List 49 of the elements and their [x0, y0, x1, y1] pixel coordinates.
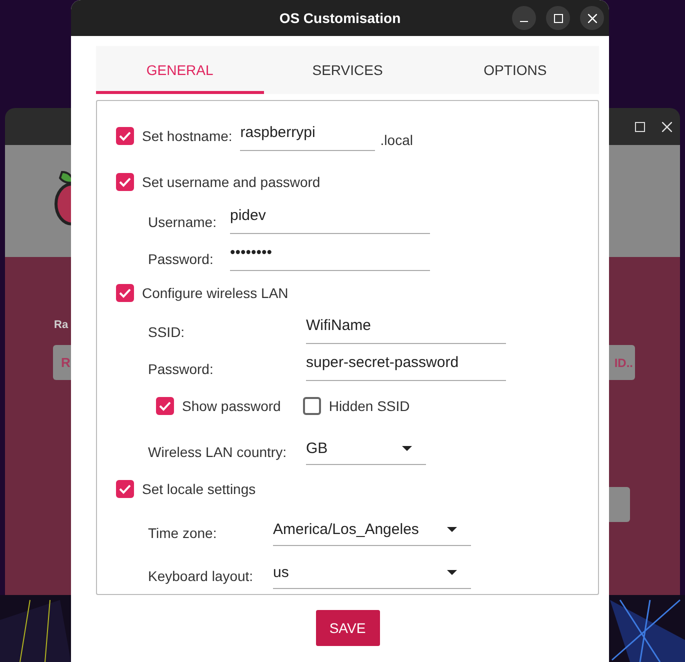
- checkbox-label: Show password: [182, 398, 281, 414]
- checkbox[interactable]: [156, 396, 174, 415]
- input-field[interactable]: super-secret-password: [306, 351, 506, 382]
- field-label: Wireless LAN country:: [148, 442, 288, 460]
- label-text: Ra: [54, 319, 68, 331]
- field-label: Keyboard layout:: [148, 566, 254, 584]
- field-label: Password:: [148, 250, 214, 268]
- save-button[interactable]: SAVE: [316, 610, 380, 646]
- tab[interactable]: GENERAL: [96, 46, 264, 94]
- dropdown[interactable]: America/Los_Angeles: [273, 514, 471, 546]
- caret-icon: [447, 526, 457, 532]
- dropdown[interactable]: GB: [306, 432, 426, 465]
- caret-icon: [447, 570, 457, 575]
- checkmark-icon: [119, 176, 131, 187]
- input-field[interactable]: ••••••••: [230, 241, 430, 272]
- tab[interactable]: OPTIONS: [431, 46, 600, 94]
- minimize-icon: [520, 21, 528, 22]
- suffix-text: .local: [380, 131, 413, 148]
- checkbox[interactable]: [116, 480, 134, 498]
- maximize-icon[interactable]: [635, 122, 645, 132]
- input-field[interactable]: pidev: [230, 204, 430, 234]
- close-button[interactable]: [580, 6, 604, 30]
- field-label: Time zone:: [148, 524, 218, 541]
- checkmark-icon: [119, 131, 131, 141]
- checkbox[interactable]: [116, 127, 134, 145]
- field-label: SSID:: [148, 323, 186, 340]
- close-icon[interactable]: [662, 122, 672, 132]
- maximize-button[interactable]: [546, 6, 570, 30]
- checkbox[interactable]: [116, 284, 134, 302]
- field-label: Password:: [148, 360, 214, 378]
- checkbox[interactable]: [116, 172, 134, 191]
- checkmark-icon: [119, 288, 131, 298]
- caret-icon: [402, 446, 412, 451]
- checkbox-label: Set locale settings: [142, 481, 256, 498]
- checkmark-icon: [159, 400, 171, 411]
- checkbox-label: Hidden SSID: [328, 398, 410, 414]
- dropdown[interactable]: us: [273, 556, 471, 589]
- input-field[interactable]: WifiName: [306, 314, 506, 344]
- hostname-field[interactable]: raspberrypi: [240, 121, 376, 151]
- maximize-icon: [554, 14, 562, 22]
- checkbox[interactable]: [302, 396, 321, 415]
- checkbox-label: Configure wireless LAN: [142, 284, 288, 301]
- checkbox-label: Set username and password: [142, 174, 320, 190]
- tab[interactable]: SERVICES: [264, 46, 432, 94]
- window-title: OS Customisation: [279, 10, 401, 26]
- checkbox-label: Set hostname:: [142, 128, 232, 144]
- field-label: Username:: [148, 213, 218, 230]
- checkmark-icon: [119, 484, 131, 494]
- close-icon: [588, 14, 596, 22]
